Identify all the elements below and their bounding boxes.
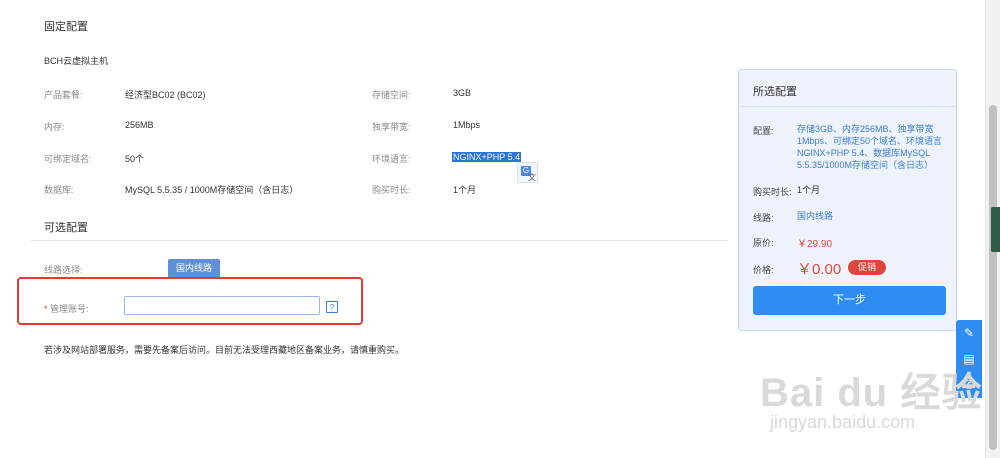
summary-line-label: 线路: [753, 213, 774, 223]
package-value: 经济型BC02 (BC02) [125, 90, 206, 100]
memory-value: 256MB [125, 120, 154, 130]
duration-label: 购买时长: [372, 185, 411, 195]
account-label-wrap: * 管理账号: [44, 302, 89, 315]
storage-value: 3GB [453, 88, 472, 98]
summary-config-line-1: 存储3GB、内存256MB、独享带宽 [797, 124, 934, 134]
optional-config-title: 可选配置 [44, 222, 88, 234]
database-value: MySQL 5.5.35 / 1000M存储空间（含日志） [125, 185, 299, 195]
env-value-text: NGINX+PHP 5.4 [452, 152, 522, 162]
orig-price-label: 原价: [753, 238, 774, 248]
section-divider [30, 240, 728, 241]
fixed-config-title: 固定配置 [44, 21, 88, 33]
bandwidth-value: 1Mbps [453, 120, 481, 130]
summary-duration-label: 购买时长: [753, 187, 792, 197]
line-option-domestic[interactable]: 国内线路 [168, 259, 220, 278]
env-value: NGINX+PHP 5.4 [452, 152, 522, 162]
line-select-label: 线路选择: [44, 265, 83, 275]
side-widget[interactable] [991, 207, 1000, 252]
memory-label: 内存: [44, 122, 65, 132]
price-value: ￥0.00 [797, 261, 842, 278]
summary-config-line-4: 5.5.35/1000M存储空间（含日志） [797, 160, 934, 170]
price-label: 价格: [753, 265, 774, 275]
summary-config-label: 配置: [753, 126, 774, 136]
translate-icon-a: 文 [528, 173, 536, 182]
translate-icon[interactable]: G 文 [517, 162, 538, 183]
required-mark: * [44, 304, 48, 314]
edit-icon[interactable]: ✎ [956, 320, 982, 346]
env-label: 环境语言: [372, 154, 411, 164]
summary-title: 所选配置 [753, 86, 797, 98]
summary-config-line-3: NGINX+PHP 5.4、数据库MySQL [797, 148, 931, 158]
baidu-watermark: Bai du 经验 [760, 371, 983, 415]
account-label: 管理账号: [50, 304, 89, 314]
next-step-button[interactable]: 下一步 [753, 286, 946, 315]
orig-price-value: ￥29.90 [797, 239, 833, 250]
account-input[interactable] [124, 296, 320, 315]
baidu-watermark-url: jingyan.baidu.com [770, 412, 916, 432]
filing-notice: 若涉及网站部署服务，需要先备案后访问。目前无法受理西藏地区备案业务，请慎重购买。 [44, 345, 405, 355]
promo-badge: 促销 [848, 260, 886, 275]
duration-value: 1个月 [453, 185, 477, 195]
domains-label: 可绑定域名: [44, 154, 92, 164]
summary-duration-value: 1个月 [797, 185, 821, 195]
summary-config-line-2: 1Mbps、可绑定50个域名、环境语言 [797, 136, 943, 146]
help-icon[interactable]: ? [326, 301, 338, 313]
bandwidth-label: 独享带宽: [372, 122, 411, 132]
scroll-thumb[interactable] [989, 105, 997, 450]
package-label: 产品套餐: [44, 90, 83, 100]
storage-label: 存储空间: [372, 90, 411, 100]
database-label: 数据库: [44, 185, 74, 195]
domains-value: 50个 [125, 154, 145, 164]
summary-line-value: 国内线路 [797, 211, 834, 221]
summary-panel: 所选配置 配置: 存储3GB、内存256MB、独享带宽 1Mbps、可绑定50个… [738, 69, 957, 331]
summary-divider [739, 106, 956, 107]
product-name: BCH云虚拟主机 [44, 56, 109, 66]
